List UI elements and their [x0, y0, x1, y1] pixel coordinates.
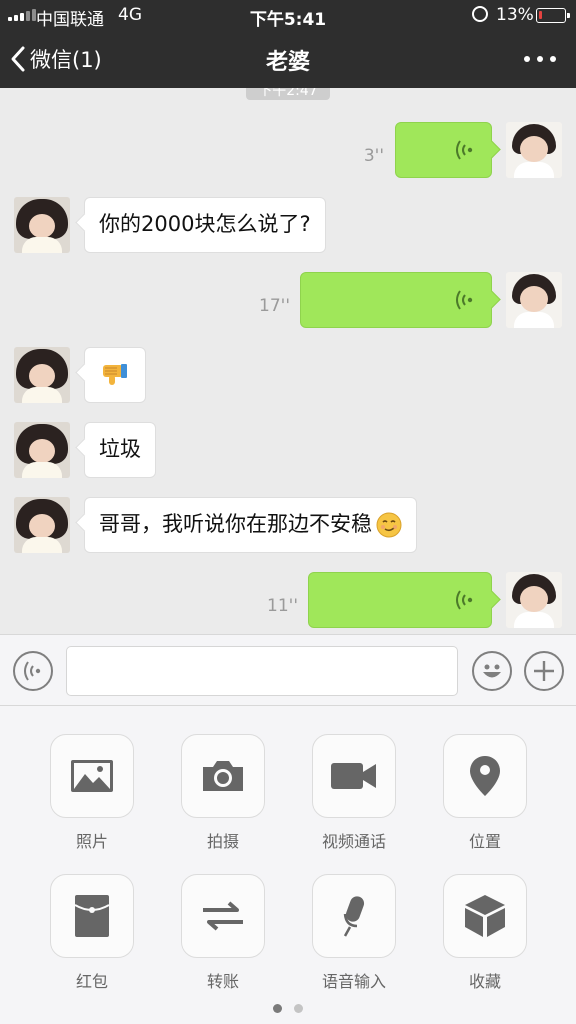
- message-input[interactable]: [66, 646, 458, 696]
- favorites-icon: [465, 895, 505, 937]
- tool-label: 视频通话: [321, 832, 386, 851]
- function-panel: 照片 拍摄 视频通话 位置 红包 转账 语音输入 收藏: [0, 706, 576, 1024]
- transfer-button[interactable]: 转账: [181, 874, 265, 992]
- location-button[interactable]: 位置: [443, 734, 527, 852]
- transfer-icon: [203, 901, 243, 931]
- tool-label: 红包: [75, 972, 108, 991]
- contact-avatar[interactable]: [14, 197, 70, 253]
- voice-wave-icon: [456, 590, 473, 610]
- chevron-left-icon: [11, 46, 25, 72]
- message-text: 哥哥，我听说你在那边不安稳: [99, 512, 372, 537]
- contact-avatar[interactable]: [14, 422, 70, 478]
- photo-icon: [71, 760, 113, 792]
- text-message-bubble[interactable]: 你的2000块怎么说了?: [84, 197, 326, 253]
- red-packet-icon: [75, 895, 109, 937]
- tool-label: 收藏: [468, 972, 501, 991]
- back-button[interactable]: 微信(1): [10, 41, 102, 77]
- smiley-icon[interactable]: [472, 651, 512, 691]
- smirk-emoji: [376, 512, 402, 538]
- voice-message-bubble[interactable]: [395, 122, 492, 178]
- timestamp: 下午2:47: [246, 88, 330, 100]
- clock: 下午5:41: [249, 10, 327, 30]
- page-dot-1[interactable]: [273, 1004, 282, 1013]
- my-avatar[interactable]: [506, 572, 562, 628]
- location-icon: [470, 756, 500, 796]
- camera-button[interactable]: 拍摄: [181, 734, 265, 852]
- nav-bar: 微信(1) 老婆: [0, 30, 576, 88]
- message-text: 你的2000块怎么说了?: [99, 212, 311, 237]
- tool-label: 位置: [468, 832, 501, 851]
- thumbs-down-emoji: [103, 364, 127, 385]
- rotation-lock-icon: [472, 6, 488, 22]
- battery-icon: [536, 8, 570, 23]
- voice-duration: 11'': [267, 596, 298, 616]
- tool-label: 照片: [75, 832, 108, 851]
- microphone-icon: [343, 896, 365, 937]
- voice-duration: 17'': [259, 296, 290, 316]
- tool-label: 转账: [206, 972, 239, 991]
- chat-area[interactable]: 下午2:47 3'' 你的2000块怎么说了? 17'' 垃圾 哥哥，我听说你在…: [0, 88, 576, 634]
- input-bar: [0, 634, 576, 706]
- voice-input-button[interactable]: 语音输入: [312, 874, 396, 992]
- contact-avatar[interactable]: [14, 347, 70, 403]
- page-dot-2[interactable]: [294, 1004, 303, 1013]
- favorites-button[interactable]: 收藏: [443, 874, 527, 992]
- my-avatar[interactable]: [506, 272, 562, 328]
- emoji-message-bubble[interactable]: [84, 347, 146, 403]
- red-packet-button[interactable]: 红包: [50, 874, 134, 992]
- voice-message-bubble[interactable]: [300, 272, 492, 328]
- voice-message-bubble[interactable]: [308, 572, 492, 628]
- tool-label: 语音输入: [321, 972, 386, 991]
- voice-mode-icon[interactable]: [13, 651, 53, 691]
- plus-icon[interactable]: [524, 651, 564, 691]
- text-message-bubble[interactable]: 垃圾: [84, 422, 156, 478]
- camera-icon: [203, 761, 243, 791]
- voice-wave-icon: [456, 290, 473, 310]
- page-indicator: [0, 1004, 576, 1013]
- battery-percent: 13%: [496, 5, 534, 25]
- message-text: 垃圾: [99, 437, 141, 462]
- tool-label: 拍摄: [206, 832, 239, 851]
- back-label: 微信(1): [30, 48, 102, 72]
- video-call-button[interactable]: 视频通话: [312, 734, 396, 852]
- video-call-icon: [331, 763, 376, 789]
- voice-duration: 3'': [363, 146, 384, 166]
- voice-wave-icon: [456, 140, 473, 160]
- status-bar: 中国联通 4G 下午5:41 13%: [0, 0, 576, 30]
- contact-avatar[interactable]: [14, 497, 70, 553]
- my-avatar[interactable]: [506, 122, 562, 178]
- photo-button[interactable]: 照片: [50, 734, 134, 852]
- more-dots-icon[interactable]: [520, 45, 560, 73]
- text-message-bubble[interactable]: 哥哥，我听说你在那边不安稳: [84, 497, 417, 553]
